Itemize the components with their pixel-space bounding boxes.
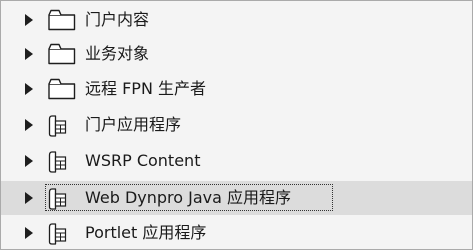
tree-item-label: Web Dynpro Java 应用程序 [85,188,292,207]
expand-arrow-icon[interactable] [25,155,33,167]
folder-icon [47,42,77,66]
tree-item-portal-applications[interactable]: 门户应用程序 [1,108,472,142]
application-package-icon [47,221,77,245]
tree-item-business-objects[interactable]: 业务对象 [1,37,472,71]
tree-item-label: Portlet 应用程序 [85,223,207,242]
tree-item-label: 门户内容 [85,10,150,29]
tree-item-remote-fpn-producer[interactable]: 远程 FPN 生产者 [1,72,472,106]
expand-arrow-icon[interactable] [25,83,33,95]
expand-arrow-icon[interactable] [25,192,33,204]
expand-arrow-icon[interactable] [25,48,33,60]
tree-item-label: 远程 FPN 生产者 [85,79,206,98]
expand-arrow-icon[interactable] [25,14,33,26]
folder-icon [47,77,77,101]
tree-item-web-dynpro-java-applications[interactable]: Web Dynpro Java 应用程序 [1,181,472,215]
tree-item-label: WSRP Content [85,151,201,170]
application-package-icon [47,186,77,210]
tree-item-label: 业务对象 [85,44,150,63]
tree-item-wsrp-content[interactable]: WSRP Content [1,144,472,178]
application-package-icon [47,113,77,137]
tree-item-portlet-applications[interactable]: Portlet 应用程序 [1,216,472,249]
tree-item-label: 门户应用程序 [85,115,182,134]
tree-item-portal-content[interactable]: 门户内容 [1,3,472,37]
application-package-icon [47,149,77,173]
expand-arrow-icon[interactable] [25,119,33,131]
folder-icon [47,8,77,32]
portal-catalog-tree: 门户内容 业务对象 远程 FPN 生产者 门户应用程序 WSRP Content… [0,0,473,250]
expand-arrow-icon[interactable] [25,227,33,239]
